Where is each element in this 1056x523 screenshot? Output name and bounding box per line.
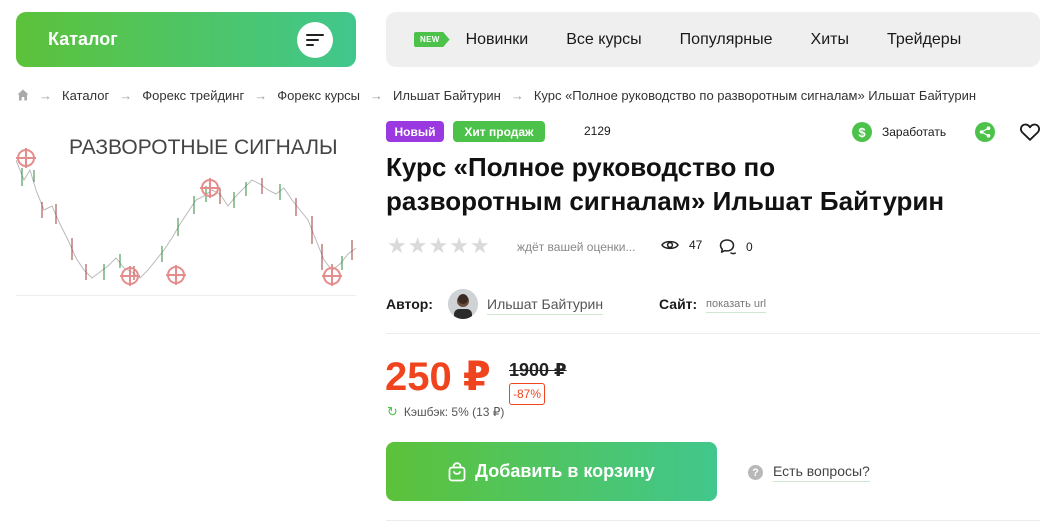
product-title: Курс «Полное руководство по разворотным … — [386, 150, 1026, 218]
comments-count: 0 — [746, 240, 753, 254]
rating-stars: ★ ★ ★ ★ ★ — [387, 235, 491, 257]
breadcrumb: → Каталог → Форекс трейдинг → Форекс кур… — [17, 86, 976, 104]
author-link[interactable]: Ильшат Байтурин — [487, 296, 604, 315]
breadcrumb-current: Курс «Полное руководство по разворотным … — [533, 87, 977, 103]
cashback-text: Кэшбэк: 5% (13 ₽) — [403, 405, 505, 419]
candlestick-chart-graphic — [15, 148, 357, 286]
divider — [386, 520, 1040, 521]
sales-count: 2129 — [584, 124, 611, 138]
star-icon[interactable]: ★ — [387, 235, 407, 257]
home-icon[interactable] — [17, 89, 29, 101]
breadcrumb-separator-icon: → — [510, 87, 524, 103]
product-title-line: разворотным сигналам» Ильшат Байтурин — [386, 186, 945, 216]
heart-icon[interactable] — [1019, 121, 1041, 143]
new-tag-icon: NEW — [414, 32, 450, 47]
catalog-button[interactable]: Каталог — [16, 12, 356, 67]
breadcrumb-separator-icon: → — [119, 87, 133, 103]
star-icon[interactable]: ★ — [428, 235, 448, 257]
catalog-button-label: Каталог — [48, 29, 118, 49]
questions-link[interactable]: ? Есть вопросы? — [748, 463, 870, 482]
sort-menu-icon[interactable] — [297, 21, 333, 58]
question-icon: ? — [748, 465, 763, 480]
bestseller-badge: Хит продаж — [453, 121, 545, 142]
breadcrumb-item[interactable]: Форекс трейдинг — [142, 88, 244, 103]
nav-item-hits[interactable]: Хиты — [811, 31, 849, 49]
nav-item-new[interactable]: NEW Новинки — [414, 31, 528, 49]
breadcrumb-item[interactable]: Форекс курсы — [277, 88, 360, 103]
earn-button[interactable]: $ Заработать — [852, 122, 946, 142]
add-to-cart-label: Добавить в корзину — [475, 461, 655, 481]
comments-counter[interactable]: 0 — [719, 238, 753, 256]
current-price: 250 ₽ — [385, 355, 491, 399]
nav-item-label: Новинки — [465, 30, 529, 48]
eye-icon — [661, 240, 679, 250]
nav-item-all-courses[interactable]: Все курсы — [566, 31, 641, 49]
product-title-line: Курс «Полное руководство по — [386, 152, 776, 182]
image-caption: РАЗВОРОТНЫЕ СИГНАЛЫ — [69, 136, 338, 159]
views-counter: 47 — [661, 238, 702, 252]
discount-badge: -87% — [509, 383, 546, 405]
add-to-cart-button[interactable]: Добавить в корзину — [386, 442, 717, 501]
questions-label: Есть вопросы? — [773, 463, 870, 482]
earn-label: Заработать — [882, 125, 947, 139]
views-count: 47 — [689, 238, 703, 252]
old-price: 1900 ₽ — [509, 360, 567, 380]
top-navigation: NEW Новинки Все курсы Популярные Хиты Тр… — [386, 12, 1040, 67]
refresh-icon: ↻ — [387, 404, 398, 419]
site-label: Сайт: — [659, 296, 698, 312]
nav-item-popular[interactable]: Популярные — [680, 31, 773, 49]
rating-status: ждёт вашей оценки... — [517, 240, 636, 254]
new-badge: Новый — [386, 121, 444, 142]
share-icon[interactable] — [975, 122, 995, 142]
divider — [386, 333, 1040, 334]
breadcrumb-item[interactable]: Ильшат Байтурин — [393, 88, 501, 103]
avatar[interactable] — [448, 289, 478, 319]
product-image[interactable]: РАЗВОРОТНЫЕ СИГНАЛЫ — [15, 120, 357, 296]
comment-icon — [719, 239, 736, 255]
cashback-info: ↻ Кэшбэк: 5% (13 ₽) — [387, 404, 504, 420]
breadcrumb-separator-icon: → — [370, 87, 384, 103]
breadcrumb-separator-icon: → — [254, 87, 268, 103]
star-icon[interactable]: ★ — [408, 235, 428, 257]
star-icon[interactable]: ★ — [449, 235, 469, 257]
breadcrumb-item[interactable]: Каталог — [62, 88, 109, 103]
shopping-bag-icon — [448, 461, 466, 481]
star-icon[interactable]: ★ — [470, 235, 490, 257]
dollar-icon: $ — [852, 122, 872, 142]
show-url-link[interactable]: показать url — [706, 298, 767, 313]
author-label: Автор: — [386, 296, 433, 312]
breadcrumb-separator-icon: → — [39, 87, 52, 103]
nav-item-traders[interactable]: Трейдеры — [887, 31, 961, 49]
